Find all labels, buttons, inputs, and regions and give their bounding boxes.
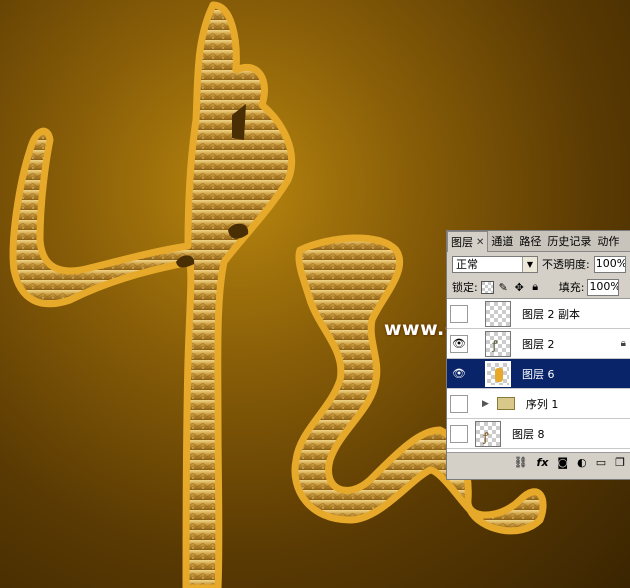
expand-arrow-icon[interactable]: ▶ [482, 399, 489, 409]
chevron-down-icon[interactable]: ▼ [522, 256, 537, 272]
visibility-toggle[interactable] [450, 424, 468, 443]
lock-label: 锁定: [452, 281, 478, 294]
eye-icon[interactable]: 👁︎ [450, 334, 468, 353]
character-zhong [9, 1, 296, 588]
folder-icon[interactable]: ▭ [596, 456, 606, 469]
tab-paths[interactable]: 路径 [516, 231, 544, 251]
new-layer-icon[interactable]: ❐ [615, 456, 625, 469]
blend-mode-value: 正常 [456, 258, 478, 271]
lock-all-icon[interactable]: 🔒︎ [529, 280, 542, 294]
layer-name: 图层 6 [522, 367, 555, 381]
layer-name: 图层 2 [522, 337, 555, 351]
panel-bottom-bar: ⛓︎ fx ◙ ◐ ▭ ❐ [447, 452, 630, 471]
tab-label: 图层 [451, 236, 473, 249]
eye-icon[interactable]: 👁︎ [450, 364, 468, 383]
layer-row[interactable]: 👁︎ ꝭ 图层 2 🔒︎ [447, 329, 630, 359]
layer-name: 图层 8 [512, 427, 545, 441]
lock-row: 锁定: ✎ ✥ 🔒︎ 填充: 100% [447, 276, 630, 299]
group-name: 序列 1 [525, 397, 559, 411]
link-icon[interactable]: ⛓︎ [514, 456, 528, 469]
close-icon[interactable]: ✕ [476, 237, 484, 248]
fill-label: 填充: [558, 281, 585, 294]
fx-icon[interactable]: fx [537, 456, 549, 469]
fill-input[interactable]: 100% [587, 278, 620, 296]
folder-icon [496, 397, 515, 410]
layer-list: 图层 2 副本 👁︎ ꝭ 图层 2 🔒︎ 👁︎ 图层 6 ▶ 序列 1 ꝭ 图层… [447, 299, 630, 452]
tab-layers[interactable]: 图层 ✕ [447, 231, 489, 252]
lock-transparency-icon[interactable] [480, 280, 494, 294]
mask-icon[interactable]: ◙ [557, 456, 568, 469]
opacity-label: 不透明度: [542, 258, 590, 271]
layer-name: 图层 2 副本 [522, 307, 580, 321]
lock-icon: 🔒︎ [620, 338, 626, 349]
layer-row-selected[interactable]: 👁︎ 图层 6 [447, 359, 630, 389]
tab-actions[interactable]: 动作 [594, 231, 622, 251]
layer-row[interactable]: ꝭ 图层 8 [447, 419, 630, 449]
lock-brush-icon[interactable]: ✎ [497, 281, 510, 294]
tab-channels[interactable]: 通道 [488, 231, 516, 251]
layers-panel: 图层 ✕ 通道 路径 历史记录 动作 正常 ▼ 不透明度: 100% 锁定: ✎… [446, 230, 630, 480]
layer-thumbnail: ꝭ [475, 420, 501, 447]
adjustment-icon[interactable]: ◐ [577, 456, 587, 469]
visibility-toggle[interactable] [450, 304, 468, 323]
layer-thumbnail [485, 360, 511, 387]
panel-tabs: 图层 ✕ 通道 路径 历史记录 动作 [447, 231, 630, 252]
visibility-toggle[interactable] [450, 394, 468, 413]
opacity-input[interactable]: 100% [593, 255, 626, 273]
blend-mode-select[interactable]: 正常 ▼ [452, 255, 538, 273]
group-row[interactable]: ▶ 序列 1 [447, 389, 630, 419]
layer-thumbnail [485, 300, 511, 327]
blend-row: 正常 ▼ 不透明度: 100% [447, 252, 630, 276]
layer-row[interactable]: 图层 2 副本 [447, 299, 630, 329]
layer-thumbnail: ꝭ [485, 330, 511, 357]
tab-history[interactable]: 历史记录 [544, 231, 594, 251]
lock-move-icon[interactable]: ✥ [513, 281, 526, 294]
